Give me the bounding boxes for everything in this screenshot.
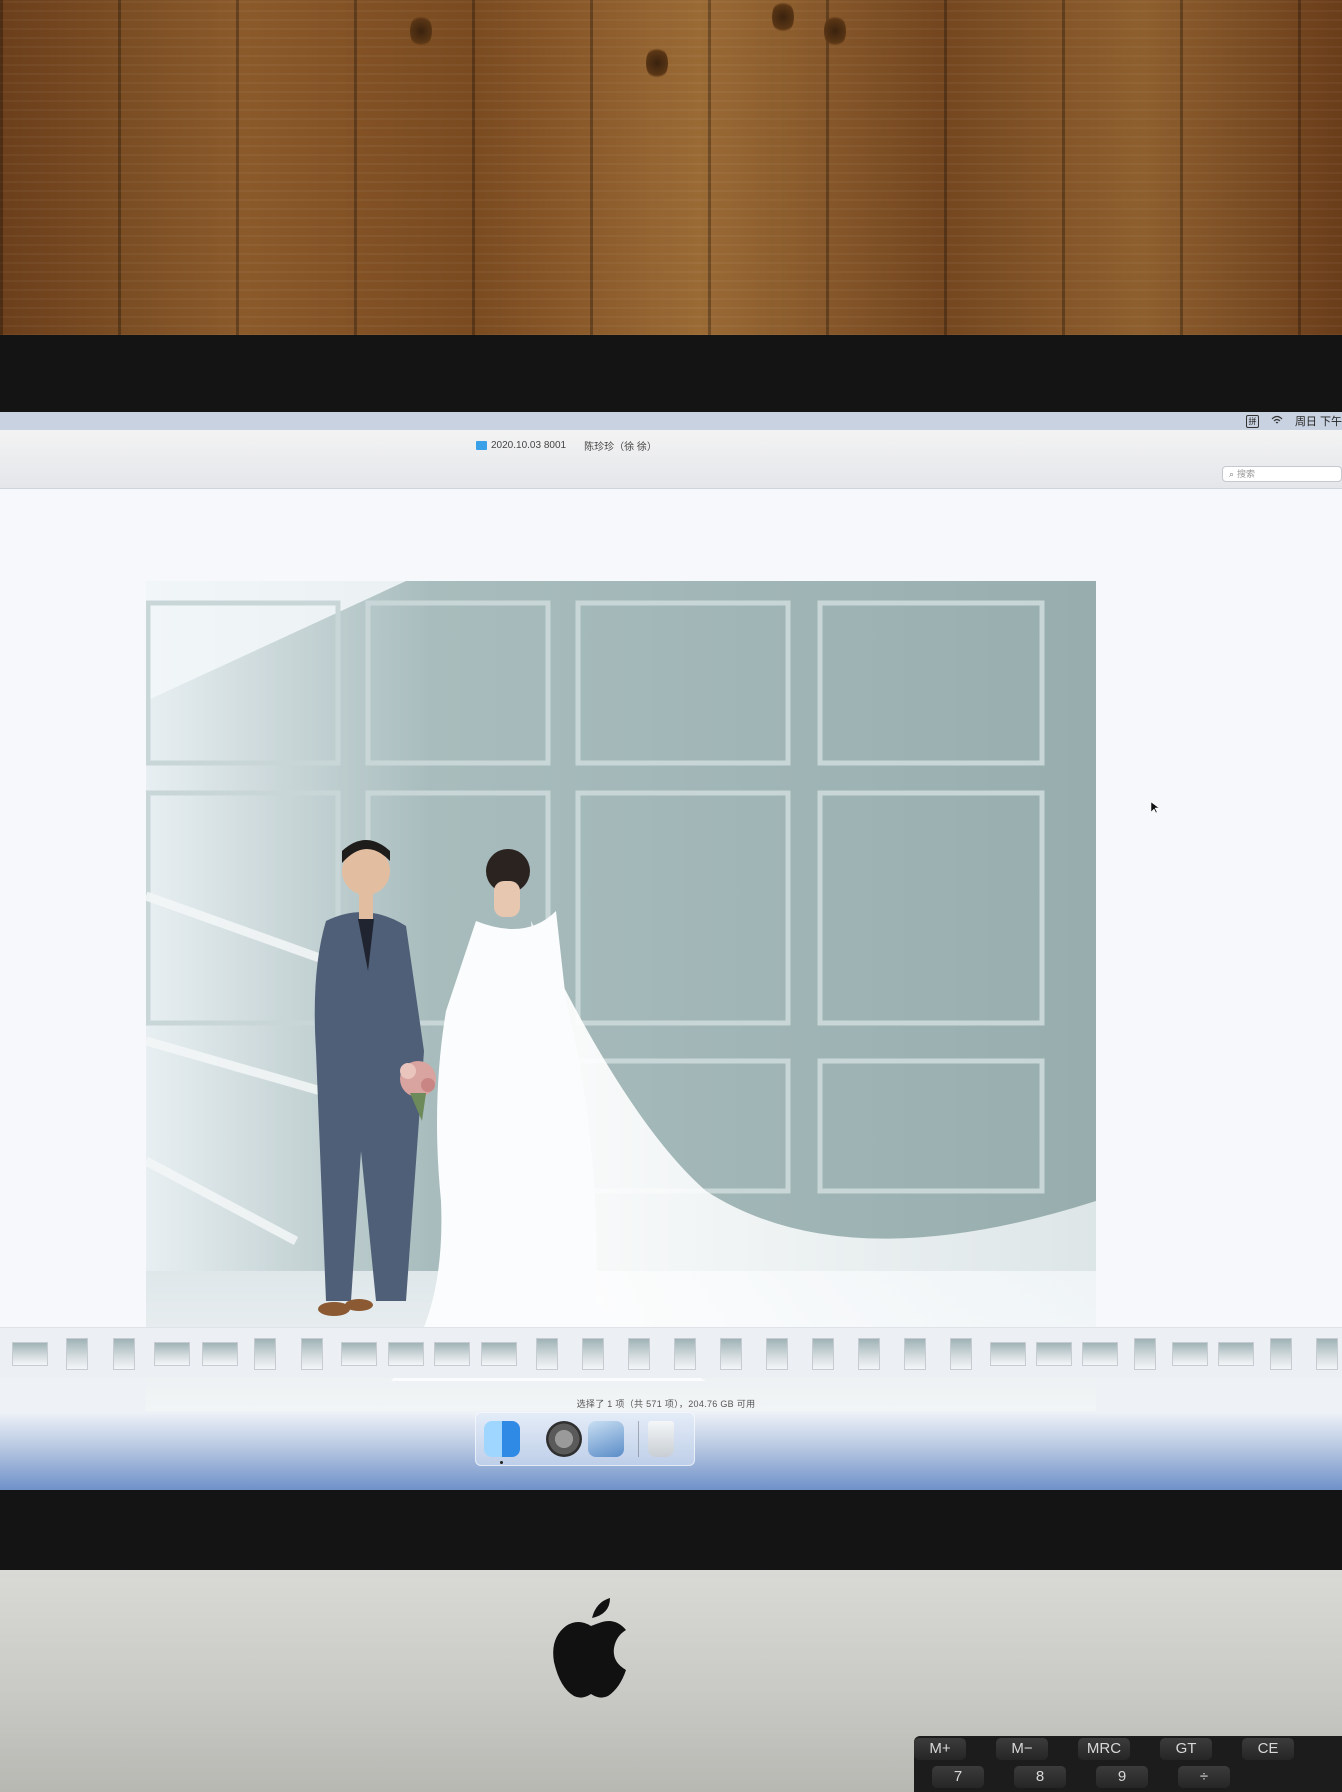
- thumbnail-strip[interactable]: [0, 1327, 1342, 1378]
- wood-knot: [646, 46, 668, 80]
- preview-icon[interactable]: [588, 1421, 624, 1457]
- calc-key[interactable]: 8: [1014, 1766, 1066, 1788]
- thumbnail[interactable]: [254, 1338, 276, 1370]
- apple-logo-icon: [553, 1598, 626, 1698]
- thumbnail[interactable]: [113, 1338, 135, 1370]
- wood-knot: [824, 14, 846, 48]
- thumbnail[interactable]: [628, 1338, 650, 1370]
- dock: [475, 1412, 695, 1466]
- menu-bar-status-area: 拼 周日 下午: [1245, 413, 1342, 429]
- thumbnail[interactable]: [904, 1338, 926, 1370]
- thumbnail[interactable]: [536, 1338, 558, 1370]
- calc-key[interactable]: CE: [1242, 1738, 1294, 1760]
- thumbnail[interactable]: [154, 1342, 190, 1366]
- thumbnail[interactable]: [1134, 1338, 1156, 1370]
- thumbnail[interactable]: [674, 1338, 696, 1370]
- window-title: 2020.10.03 8001 陈珍珍（徐 徐）: [476, 438, 657, 453]
- thumbnail[interactable]: [1218, 1342, 1254, 1366]
- monitor-screen: 拼 周日 下午 2020.10.03 8001 陈珍珍（徐 徐） ⌕ 搜索 选择…: [0, 412, 1342, 1490]
- folder-title: 2020.10.03 8001: [476, 440, 566, 451]
- thumbnail[interactable]: [858, 1338, 880, 1370]
- wedding-photo[interactable]: [146, 581, 1096, 1411]
- calculator: M+ M− MRC GT CE 7 8 9 ÷: [914, 1736, 1342, 1792]
- calc-key[interactable]: M+: [914, 1738, 966, 1760]
- dock-separator: [638, 1421, 639, 1457]
- wood-knot: [772, 0, 794, 34]
- thumbnail[interactable]: [388, 1342, 424, 1366]
- mouse-cursor-icon: [1151, 802, 1159, 814]
- calc-key[interactable]: GT: [1160, 1738, 1212, 1760]
- thumbnail[interactable]: [950, 1338, 972, 1370]
- thumbnail[interactable]: [1036, 1342, 1072, 1366]
- wooden-wall-background: [0, 0, 1342, 345]
- preview-window-titlebar: 2020.10.03 8001 陈珍珍（徐 徐） ⌕ 搜索: [0, 430, 1342, 489]
- wood-knot: [410, 14, 432, 48]
- window-subtitle: 陈珍珍（徐 徐）: [584, 442, 657, 453]
- trash-icon[interactable]: [648, 1421, 674, 1457]
- thumbnail[interactable]: [582, 1338, 604, 1370]
- folder-name: 2020.10.03 8001: [491, 440, 567, 451]
- thumbnail[interactable]: [434, 1342, 470, 1366]
- thumbnail[interactable]: [1082, 1342, 1118, 1366]
- running-indicator: [500, 1461, 503, 1464]
- thumbnail[interactable]: [481, 1342, 517, 1366]
- calc-key[interactable]: MRC: [1078, 1738, 1130, 1760]
- wifi-icon[interactable]: [1271, 415, 1283, 428]
- thumbnail[interactable]: [1270, 1338, 1292, 1370]
- menu-bar: 拼 周日 下午: [0, 412, 1342, 430]
- thumbnail[interactable]: [301, 1338, 323, 1370]
- input-method-icon[interactable]: 拼: [1245, 414, 1259, 428]
- finder-icon[interactable]: [484, 1421, 520, 1457]
- thumbnail[interactable]: [720, 1338, 742, 1370]
- thumbnail[interactable]: [1172, 1342, 1208, 1366]
- system-preferences-icon[interactable]: [546, 1421, 582, 1457]
- search-icon: ⌕: [1229, 469, 1235, 479]
- status-bar-text: 选择了 1 项（共 571 项），204.76 GB 可用: [576, 1399, 756, 1409]
- thumbnail[interactable]: [202, 1342, 238, 1366]
- folder-icon: [476, 440, 487, 450]
- menu-bar-clock[interactable]: 周日 下午: [1295, 413, 1342, 429]
- calc-key[interactable]: ÷: [1178, 1766, 1230, 1788]
- thumbnail[interactable]: [12, 1342, 48, 1366]
- calc-key[interactable]: 7: [932, 1766, 984, 1788]
- calc-key[interactable]: M−: [996, 1738, 1048, 1760]
- thumbnail[interactable]: [1316, 1338, 1338, 1370]
- calc-key[interactable]: 9: [1096, 1766, 1148, 1788]
- thumbnail[interactable]: [66, 1338, 88, 1370]
- thumbnail[interactable]: [766, 1338, 788, 1370]
- thumbnail[interactable]: [812, 1338, 834, 1370]
- image-preview-area: [0, 489, 1342, 1411]
- search-placeholder: 搜索: [1237, 469, 1256, 479]
- thumbnail[interactable]: [990, 1342, 1026, 1366]
- thumbnail[interactable]: [341, 1342, 377, 1366]
- search-input[interactable]: ⌕ 搜索: [1222, 466, 1342, 482]
